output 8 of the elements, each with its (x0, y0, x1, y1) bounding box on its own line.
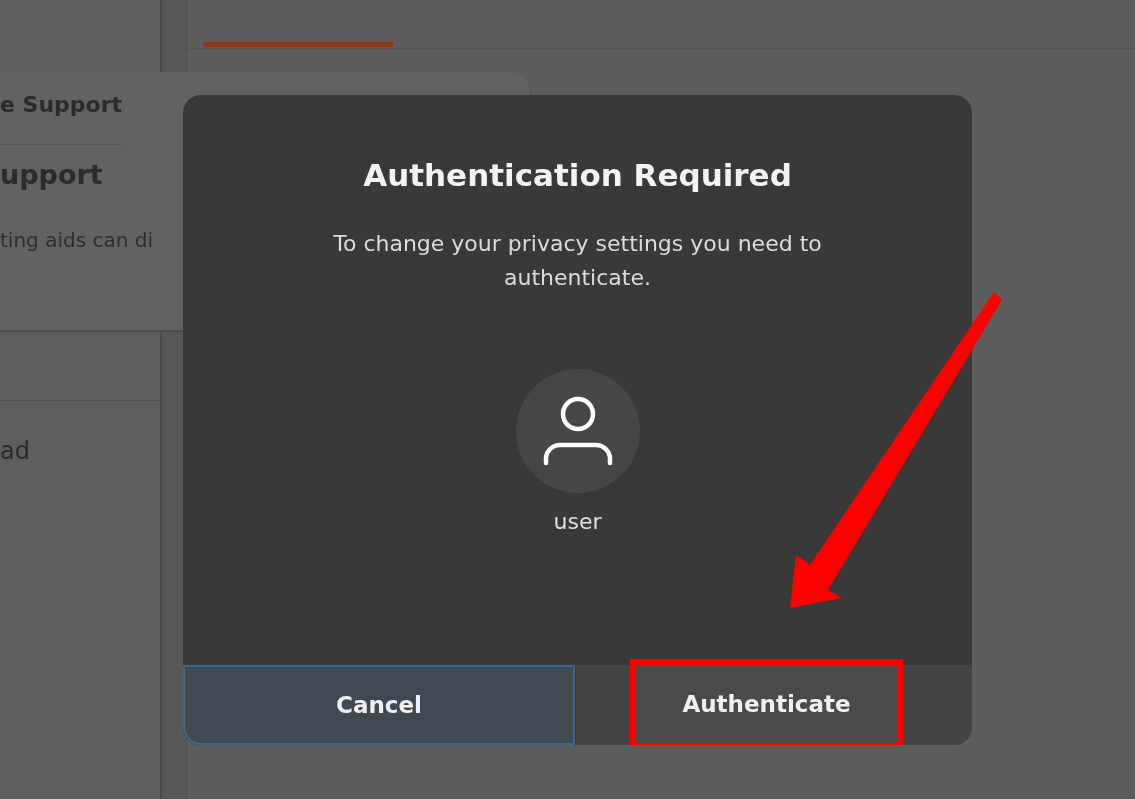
window-title: e Support (0, 72, 123, 145)
highlighted-button[interactable]: Authenticate (630, 659, 903, 745)
panel-heading: upport (0, 159, 103, 190)
dialog-message: To change your privacy settings you need to authenticate. (332, 230, 823, 292)
user-name: user (553, 509, 602, 534)
avatar-icon (515, 369, 640, 493)
dialog-button[interactable]: Cancel (183, 665, 575, 745)
dialog-title: Authentication Required (363, 157, 792, 193)
